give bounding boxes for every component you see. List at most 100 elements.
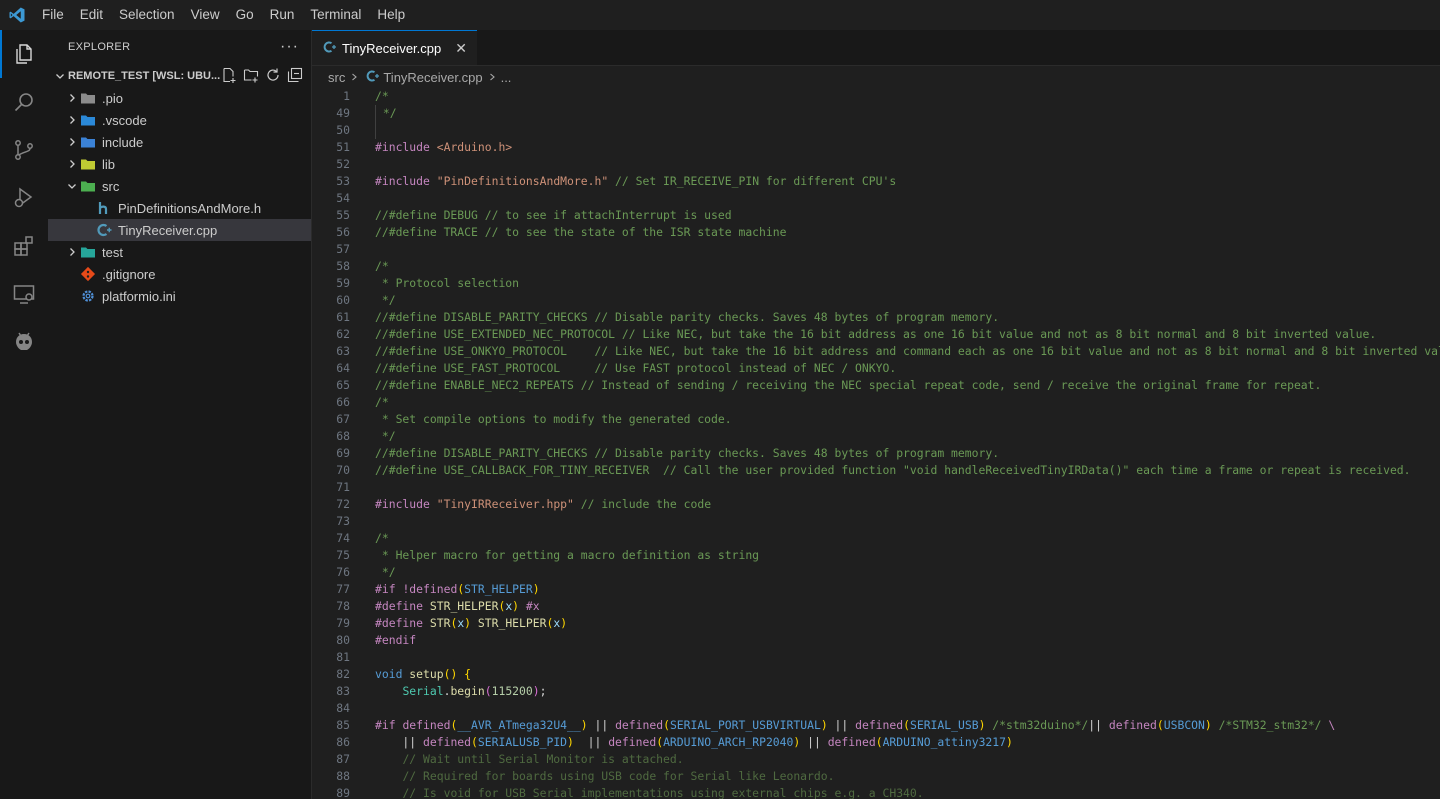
code-text: // Required for boards using USB code fo…: [375, 768, 834, 785]
code-token: //#define DISABLE_PARITY_CHECKS // Disab…: [375, 310, 1000, 324]
menu-help[interactable]: Help: [369, 0, 413, 30]
code-token: //#define DISABLE_PARITY_CHECKS // Disab…: [375, 446, 1000, 460]
activity-bar: [0, 30, 48, 799]
code-line: 49 */: [312, 105, 1440, 122]
breadcrumb-folder[interactable]: src: [328, 70, 345, 85]
source-control-icon[interactable]: [0, 126, 48, 174]
code-text: */: [375, 105, 397, 122]
tree-item-platformio-ini[interactable]: platformio.ini: [48, 285, 311, 307]
code-token: defined: [827, 735, 876, 749]
code-token: ): [532, 582, 540, 596]
code-token: (: [875, 735, 883, 749]
code-token: {: [464, 667, 472, 681]
tree-item-label: .gitignore: [102, 266, 156, 282]
code-token: defined: [1108, 718, 1157, 732]
tree-item-vscode[interactable]: .vscode: [48, 109, 311, 131]
run-debug-icon[interactable]: [0, 174, 48, 222]
line-number: 88: [336, 769, 350, 783]
code-token: //#define USE_CALLBACK_FOR_TINY_RECEIVER…: [375, 463, 1411, 477]
code-text: Serial.begin(115200);: [375, 683, 546, 700]
tree-item-pindefinitionsandmore-h[interactable]: PinDefinitionsAndMore.h: [48, 197, 311, 219]
code-token: ;: [539, 684, 547, 698]
line-number: 83: [336, 684, 350, 698]
remote-explorer-icon[interactable]: [0, 270, 48, 318]
line-number: 53: [336, 174, 350, 188]
new-folder-icon[interactable]: [243, 67, 259, 86]
tab-tinyreceiver-cpp[interactable]: TinyReceiver.cpp ✕: [312, 30, 477, 65]
tree-item-label: .vscode: [102, 112, 147, 128]
code-token: // include the code: [580, 497, 712, 511]
line-number: 49: [336, 106, 350, 120]
collapse-all-icon[interactable]: [287, 67, 303, 86]
code-token: #endif: [375, 633, 417, 647]
code-token: ||: [1088, 718, 1109, 732]
vscode-folder-icon: [80, 112, 96, 128]
code-text: /*: [375, 394, 389, 411]
workspace-section-header[interactable]: REMOTE_TEST [WSL: UBU...: [48, 65, 311, 87]
code-token: * Set compile options to modify the gene…: [375, 412, 732, 426]
breadcrumb-file[interactable]: TinyReceiver.cpp: [383, 70, 482, 85]
line-number: 58: [336, 259, 350, 273]
code-text: //#define DISABLE_PARITY_CHECKS // Disab…: [375, 445, 999, 462]
menu-run[interactable]: Run: [262, 0, 303, 30]
tab-label: TinyReceiver.cpp: [342, 40, 442, 56]
menu-file[interactable]: File: [34, 0, 72, 30]
menu-selection[interactable]: Selection: [111, 0, 183, 30]
code-token: !defined: [402, 582, 458, 596]
tree-item-lib[interactable]: lib: [48, 153, 311, 175]
code-token: ): [567, 735, 574, 749]
code-line: 89 // Is void for USB Serial implementat…: [312, 785, 1440, 799]
tree-item-src[interactable]: src: [48, 175, 311, 197]
code-line: 76 */: [312, 564, 1440, 581]
close-tab-icon[interactable]: ✕: [455, 40, 467, 57]
tab-bar: TinyReceiver.cpp ✕: [312, 30, 1440, 66]
breadcrumb-more[interactable]: ...: [501, 70, 512, 85]
code-token: ): [464, 616, 472, 630]
chevron-right-icon: [64, 158, 80, 170]
code-line: 62 //#define USE_EXTENDED_NEC_PROTOCOL //…: [312, 326, 1440, 343]
line-number: 68: [336, 429, 350, 443]
line-number: 66: [336, 395, 350, 409]
extensions-icon[interactable]: [0, 222, 48, 270]
code-token: /*STM32_stm32*/: [1218, 718, 1322, 732]
refresh-icon[interactable]: [265, 67, 281, 86]
code-token: #define: [375, 616, 424, 630]
menu-go[interactable]: Go: [228, 0, 262, 30]
menu-edit[interactable]: Edit: [72, 0, 111, 30]
chevron-right-icon: [349, 70, 359, 85]
line-number: 85: [336, 718, 350, 732]
title-bar: File Edit Selection View Go Run Terminal Help: [0, 0, 1440, 30]
lib-folder-icon: [80, 156, 96, 172]
line-number: 84: [336, 701, 350, 715]
tree-item-pio[interactable]: .pio: [48, 87, 311, 109]
explorer-icon[interactable]: [0, 30, 48, 78]
code-token: (): [443, 667, 458, 681]
tree-item-gitignore[interactable]: .gitignore: [48, 263, 311, 285]
line-number: 56: [336, 225, 350, 239]
platformio-icon[interactable]: [0, 318, 48, 366]
code-token: #define: [375, 599, 424, 613]
line-number: 81: [336, 650, 350, 664]
code-token: <Arduino.h>: [436, 140, 513, 154]
code-editor[interactable]: 1/* 49 */50 51 #include <Arduino.h> 52 53 #inc…: [312, 88, 1440, 799]
tree-item-tinyreceiver-cpp[interactable]: TinyReceiver.cpp: [48, 219, 311, 241]
code-line: 65 //#define ENABLE_NEC2_REPEATS // Inste…: [312, 377, 1440, 394]
code-token: __AVR_ATmega32U4__: [457, 718, 581, 732]
line-number: 64: [336, 361, 350, 375]
code-token: STR_HELPER: [464, 582, 533, 596]
tree-item-test[interactable]: test: [48, 241, 311, 263]
code-token: */: [375, 565, 396, 579]
menu-terminal[interactable]: Terminal: [302, 0, 369, 30]
code-token: // Wait until Serial Monitor is attached…: [402, 752, 684, 766]
code-text: //#define DEBUG // to see if attachInter…: [375, 207, 732, 224]
line-number: 65: [336, 378, 350, 392]
tree-item-include[interactable]: include: [48, 131, 311, 153]
code-token: #include: [375, 497, 430, 511]
code-token: (: [903, 718, 910, 732]
more-actions-icon[interactable]: ···: [280, 38, 299, 56]
code-text: //#define TRACE // to see the state of t…: [375, 224, 786, 241]
search-icon[interactable]: [0, 78, 48, 126]
menu-view[interactable]: View: [183, 0, 228, 30]
new-file-icon[interactable]: [221, 67, 237, 86]
